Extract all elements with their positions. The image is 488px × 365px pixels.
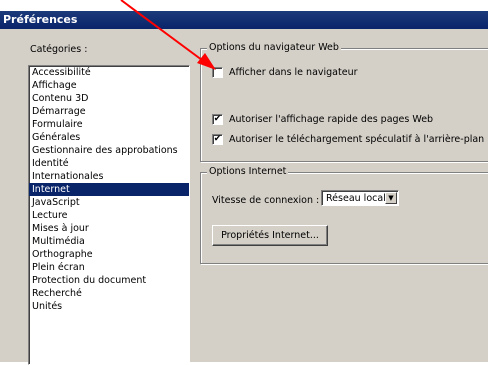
- annotation-arrow-line: [120, 0, 207, 64]
- annotation-arrow-head: [197, 53, 216, 70]
- annotation-arrow-overlay: [120, 0, 216, 70]
